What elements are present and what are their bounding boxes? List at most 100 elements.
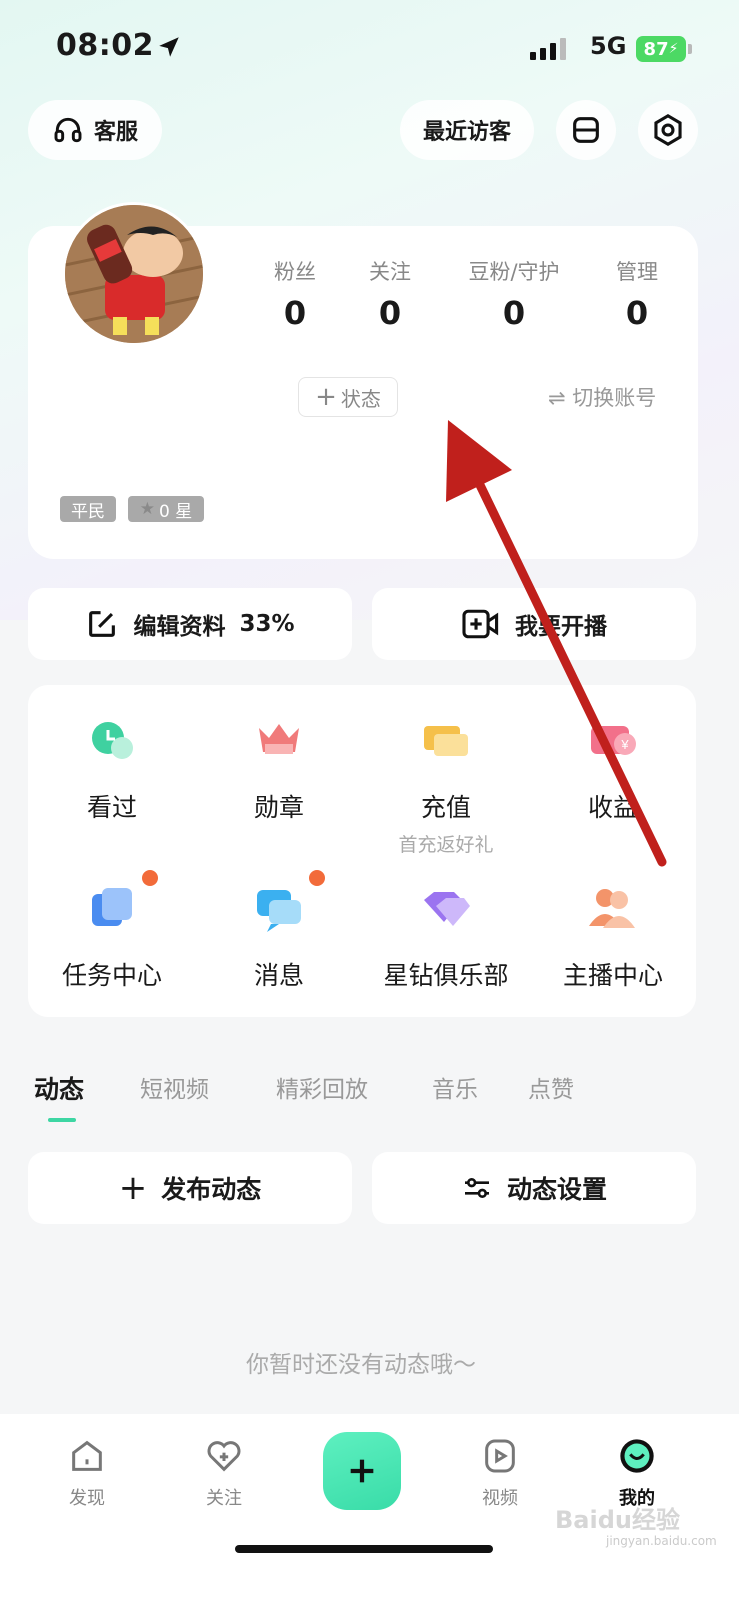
grid-label: 消息 [253, 961, 304, 990]
stat-following[interactable]: 关注 0 [355, 256, 425, 332]
stat-fans-guard[interactable]: 豆粉/守护 0 [454, 256, 574, 332]
active-tab-indicator [48, 1118, 76, 1122]
stat-label: 管理 [616, 260, 658, 284]
grid-sublabel: 首充返好礼 [398, 834, 494, 856]
grid-item-medal[interactable]: 勋章 [199, 714, 359, 824]
star-badge: ★ 0 星 [128, 496, 204, 522]
stat-value: 0 [502, 294, 526, 332]
grid-item-task-center[interactable]: 任务中心 [32, 870, 192, 992]
stat-label: 关注 [369, 260, 411, 284]
watermark-subtext: jingyan.baidu.com [606, 1534, 717, 1548]
edit-profile-progress: 33% [239, 611, 295, 637]
nav-label: 关注 [206, 1488, 242, 1509]
message-icon [253, 870, 325, 934]
status-label: 状态 [340, 386, 381, 411]
scan-button[interactable] [556, 100, 616, 160]
grid-item-star-club[interactable]: 星钻俱乐部 [366, 882, 526, 992]
grid-label: 任务中心 [61, 961, 162, 990]
start-live-label: 我要开播 [515, 614, 607, 640]
grid-label: 主播中心 [562, 961, 663, 990]
tab-moments[interactable]: 动态 [34, 1070, 84, 1106]
svg-text:¥: ¥ [620, 737, 629, 752]
video-camera-icon [462, 609, 499, 639]
play-icon [485, 1439, 515, 1473]
nav-video[interactable]: 视频 [450, 1436, 550, 1510]
watermark-text: Baidu经验 [555, 1506, 680, 1534]
notification-dot [142, 870, 158, 886]
plus-icon [350, 1459, 374, 1483]
grid-label: 充值 [420, 793, 471, 822]
edit-icon [89, 611, 116, 637]
customer-service-label: 客服 [93, 120, 138, 145]
star-icon: ★ [139, 499, 155, 519]
tab-short-video[interactable]: 短视频 [140, 1070, 209, 1104]
plus-icon: + [118, 1168, 148, 1208]
nav-discover[interactable]: 发现 [37, 1436, 137, 1510]
plus-icon: + [315, 382, 337, 412]
anchor-icon [587, 882, 639, 934]
rank-badge: 平民 [60, 496, 116, 522]
stat-value: 0 [283, 294, 307, 332]
grid-label: 看过 [86, 793, 137, 822]
stat-fans[interactable]: 粉丝 0 [258, 256, 332, 332]
nav-label: 发现 [69, 1488, 105, 1509]
settings-button[interactable] [638, 100, 698, 160]
tab-likes[interactable]: 点赞 [528, 1070, 574, 1104]
edit-profile-button[interactable]: 编辑资料 33% [28, 588, 352, 660]
stat-value: 0 [625, 294, 649, 332]
heart-plus-icon [207, 1441, 241, 1472]
status-time: 08:02 [56, 28, 154, 63]
scan-icon [573, 117, 599, 143]
battery-tip [688, 44, 692, 54]
battery-level: 87 [643, 38, 669, 60]
switch-icon: ⇌ [548, 386, 566, 410]
ticket-icon [420, 714, 472, 766]
avatar-image [65, 205, 203, 343]
grid-item-earnings[interactable]: ¥ 收益 [533, 714, 693, 824]
diamond-icon [420, 882, 472, 934]
post-settings-button[interactable]: 动态设置 [372, 1152, 696, 1224]
add-status-button[interactable]: + 状态 [298, 377, 398, 417]
grid-label: 收益 [587, 793, 638, 822]
edit-profile-label: 编辑资料 [133, 614, 226, 640]
grid-label: 勋章 [253, 793, 304, 822]
star-label: 0 星 [159, 501, 193, 522]
stat-value: 0 [378, 294, 402, 332]
tab-replays[interactable]: 精彩回放 [276, 1070, 368, 1104]
create-button[interactable] [323, 1432, 401, 1510]
stat-label: 粉丝 [274, 260, 316, 284]
smile-face-icon [620, 1439, 654, 1473]
switch-account-button[interactable]: ⇌ 切换账号 [548, 382, 656, 412]
medal-crown-icon [253, 714, 305, 766]
nav-me[interactable]: 我的 [587, 1436, 687, 1510]
location-arrow-icon [159, 37, 179, 57]
sliders-icon [464, 1178, 489, 1198]
publish-post-button[interactable]: + 发布动态 [28, 1152, 352, 1224]
signal-icon [530, 36, 566, 60]
nav-label: 视频 [482, 1488, 518, 1509]
recent-visitors-button[interactable]: 最近访客 [400, 100, 534, 160]
grid-label: 星钻俱乐部 [383, 961, 509, 990]
post-settings-label: 动态设置 [506, 1175, 607, 1204]
network-type: 5G [590, 32, 627, 60]
headset-icon [54, 117, 82, 143]
battery-indicator: 87 ⚡ [636, 36, 686, 62]
stat-label: 豆粉/守护 [468, 260, 560, 284]
switch-account-label: 切换账号 [572, 386, 657, 410]
avatar[interactable] [62, 202, 206, 346]
home-indicator [235, 1545, 493, 1553]
empty-state-text: 你暂时还没有动态哦～ [246, 1352, 476, 1378]
grid-item-anchor-center[interactable]: 主播中心 [533, 882, 693, 992]
nav-following[interactable]: 关注 [174, 1436, 274, 1510]
grid-item-messages[interactable]: 消息 [199, 870, 359, 992]
notification-dot [309, 870, 325, 886]
customer-service-button[interactable]: 客服 [28, 100, 162, 160]
grid-item-history[interactable]: 看过 [32, 714, 192, 824]
publish-post-label: 发布动态 [161, 1175, 262, 1204]
username-redacted [50, 362, 302, 482]
task-icon [86, 870, 158, 934]
grid-item-recharge[interactable]: 充值 首充返好礼 [366, 714, 526, 857]
start-live-button[interactable]: 我要开播 [372, 588, 696, 660]
tab-music[interactable]: 音乐 [432, 1070, 478, 1104]
stat-manage[interactable]: 管理 0 [604, 256, 670, 332]
